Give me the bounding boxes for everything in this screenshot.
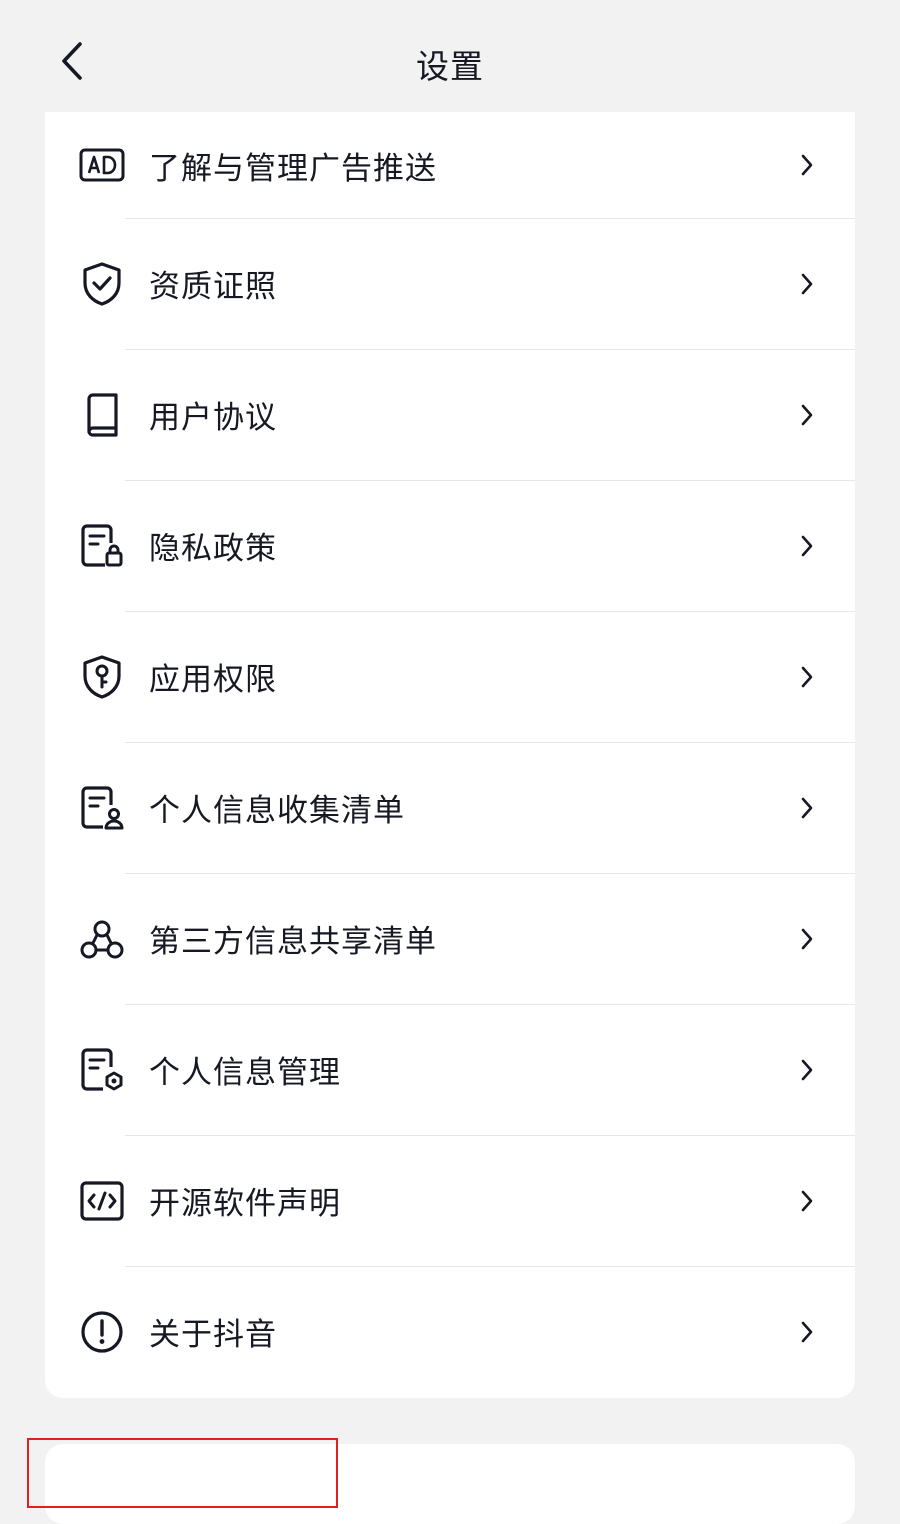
- document-lock-icon: [78, 522, 126, 570]
- menu-item-license[interactable]: 资质证照: [45, 218, 855, 349]
- share-nodes-icon: [78, 915, 126, 963]
- menu-item-label: 了解与管理广告推送: [149, 150, 437, 187]
- document-user-icon: [78, 784, 126, 832]
- chevron-right-icon: [795, 272, 819, 296]
- page-title: 设置: [416, 47, 484, 86]
- chevron-right-icon: [795, 665, 819, 689]
- chevron-right-icon: [795, 796, 819, 820]
- menu-item-info-collection[interactable]: 个人信息收集清单: [45, 742, 855, 873]
- menu-item-label: 应用权限: [149, 662, 277, 698]
- chevron-right-icon: [795, 403, 819, 427]
- menu-item-third-party[interactable]: 第三方信息共享清单: [45, 873, 855, 1004]
- book-icon: [78, 391, 126, 439]
- menu-item-label: 资质证照: [149, 269, 277, 305]
- shield-check-icon: [78, 260, 126, 308]
- menu-item-label: 关于抖音: [149, 1317, 277, 1353]
- menu-item-label: 用户协议: [149, 400, 277, 436]
- menu-item-ad[interactable]: 了解与管理广告推送: [45, 112, 855, 218]
- chevron-right-icon: [795, 153, 819, 177]
- shield-key-icon: [78, 653, 126, 701]
- menu-item-about[interactable]: 关于抖音: [45, 1266, 855, 1397]
- menu-item-info-management[interactable]: 个人信息管理: [45, 1004, 855, 1135]
- menu-item-label: 个人信息收集清单: [149, 793, 405, 829]
- menu-item-label: 个人信息管理: [149, 1055, 341, 1091]
- menu-item-permissions[interactable]: 应用权限: [45, 611, 855, 742]
- settings-list: 了解与管理广告推送 资质证照 用户协议 隐私政策 应用权限 个人信息收集清单 第…: [45, 112, 855, 1398]
- highlight-annotation-box: [27, 1438, 338, 1508]
- chevron-right-icon: [795, 1058, 819, 1082]
- document-gear-icon: [78, 1046, 126, 1094]
- chevron-right-icon: [795, 1189, 819, 1213]
- chevron-right-icon: [795, 534, 819, 558]
- chevron-right-icon: [795, 1320, 819, 1344]
- ad-icon: [78, 141, 126, 189]
- menu-item-open-source[interactable]: 开源软件声明: [45, 1135, 855, 1266]
- menu-item-agreement[interactable]: 用户协议: [45, 349, 855, 480]
- menu-item-label: 第三方信息共享清单: [149, 924, 437, 960]
- menu-item-label: 开源软件声明: [149, 1186, 341, 1222]
- code-icon: [78, 1177, 126, 1225]
- menu-item-privacy[interactable]: 隐私政策: [45, 480, 855, 611]
- chevron-right-icon: [795, 927, 819, 951]
- menu-item-label: 隐私政策: [149, 531, 277, 567]
- header: 设置: [0, 0, 900, 112]
- info-exclamation-icon: [78, 1308, 126, 1356]
